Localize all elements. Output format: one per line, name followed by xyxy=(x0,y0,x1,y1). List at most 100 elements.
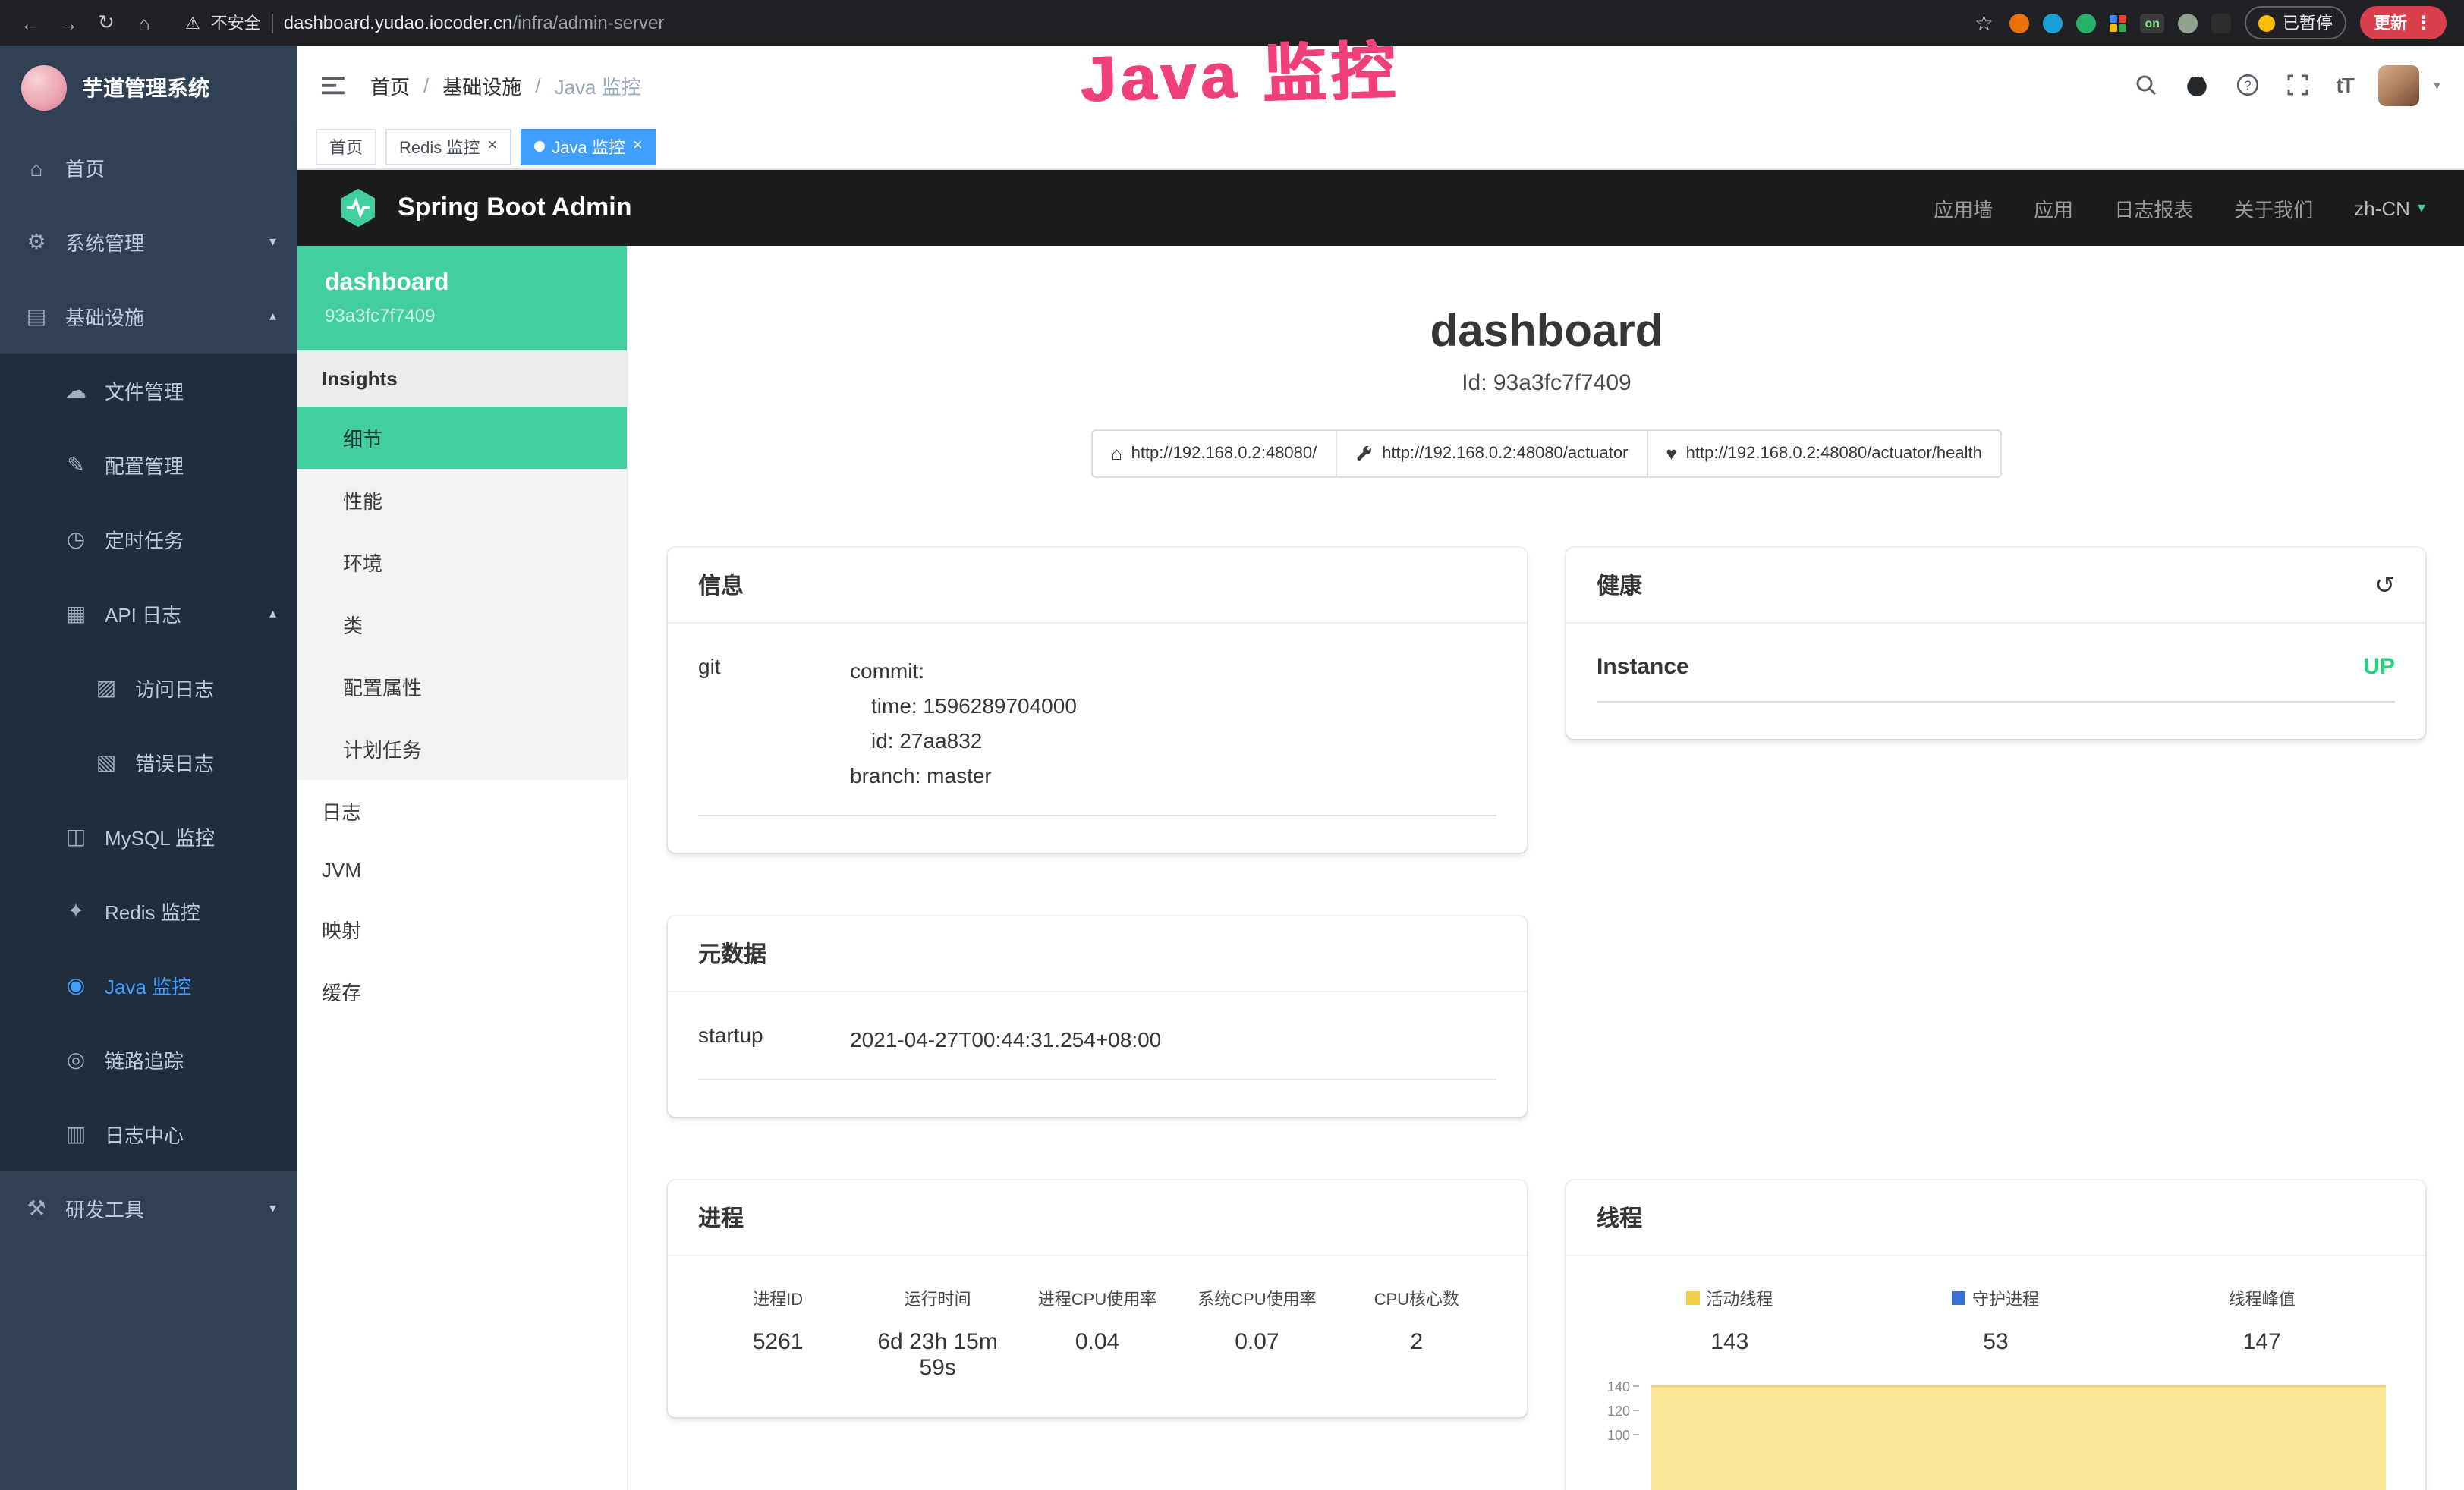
health-status-badge: UP xyxy=(2363,654,2395,680)
sidebar-item-redis-monitor[interactable]: ✦ Redis 监控 xyxy=(0,874,297,948)
sidebar-item-log-center[interactable]: ▥ 日志中心 xyxy=(0,1097,297,1171)
link-label: http://192.168.0.2:48080/actuator xyxy=(1382,445,1628,463)
sidebar-item-api-logs[interactable]: ▦ API 日志 ▴ xyxy=(0,577,297,651)
sidebar-item-scheduled-tasks[interactable]: ◷ 定时任务 xyxy=(0,502,297,577)
y-axis-tick: 140 xyxy=(1597,1380,1639,1395)
sidebar-item-error-logs[interactable]: ▧ 错误日志 xyxy=(0,725,297,800)
sba-nav-journal[interactable]: 日志报表 xyxy=(2114,193,2193,222)
sidebar-item-access-logs[interactable]: ▨ 访问日志 xyxy=(0,651,297,725)
sba-menu-scheduled-tasks[interactable]: 计划任务 xyxy=(297,718,627,780)
metadata-card-body: startup 2021-04-27T00:44:31.254+08:00 xyxy=(668,993,1527,1118)
sidebar-item-trace[interactable]: ◎ 链路追踪 xyxy=(0,1023,297,1097)
service-url-link[interactable]: ⌂ http://192.168.0.2:48080/ xyxy=(1091,429,1336,478)
sba-menu-metrics[interactable]: 性能 xyxy=(297,469,627,531)
trace-icon: ◎ xyxy=(64,1047,88,1073)
process-card-header: 进程 xyxy=(668,1181,1527,1257)
sba-menu-logs[interactable]: 日志 xyxy=(297,780,627,842)
sba-menu-classes[interactable]: 类 xyxy=(297,593,627,655)
git-time-line: time: 1596289704000 xyxy=(850,689,1077,724)
sba-nav: 应用墙 应用 日志报表 关于我们 zh-CN ▾ xyxy=(1934,193,2425,222)
breadcrumb-home[interactable]: 首页 xyxy=(370,71,410,99)
sidebar-item-file-management[interactable]: ☁ 文件管理 xyxy=(0,354,297,428)
github-icon[interactable] xyxy=(2185,72,2211,98)
extension-leaf-icon[interactable] xyxy=(2178,13,2198,33)
sidebar-item-mysql-monitor[interactable]: ◫ MySQL 监控 xyxy=(0,800,297,874)
sba-menu-jvm[interactable]: JVM xyxy=(297,842,627,898)
extension-on-badge[interactable]: on xyxy=(2140,13,2164,33)
menu-label: 首页 xyxy=(65,153,105,182)
locale-select[interactable]: zh-CN ▾ xyxy=(2354,196,2425,219)
git-commit-line: commit: xyxy=(850,654,1077,689)
app-logo[interactable]: 芋道管理系统 xyxy=(0,46,297,130)
menu-label: API 日志 xyxy=(105,599,181,628)
extension-puzzle-icon[interactable] xyxy=(2211,13,2231,33)
avatar-caret-icon[interactable]: ▾ xyxy=(2434,77,2440,93)
metadata-startup-row: startup 2021-04-27T00:44:31.254+08:00 xyxy=(698,1023,1496,1081)
git-id-line: id: 27aa832 xyxy=(850,724,1077,759)
locale-value: zh-CN xyxy=(2354,196,2410,219)
app-menu: ⌂ 首页 ⚙ 系统管理 ▾ ▤ 基础设施 ▴ ☁ 文件管理 xyxy=(0,130,297,1246)
hamburger-icon[interactable] xyxy=(322,72,348,98)
address-divider xyxy=(272,13,273,33)
forward-icon[interactable]: → xyxy=(56,11,80,34)
sidebar-item-dev-tools[interactable]: ⚒ 研发工具 ▾ xyxy=(0,1171,297,1246)
address-bar[interactable]: ⚠ 不安全 dashboard.yudao.iocoder.cn/infra/a… xyxy=(170,11,1958,35)
history-icon[interactable]: ↺ xyxy=(2374,570,2395,600)
sidebar-item-home[interactable]: ⌂ 首页 xyxy=(0,130,297,205)
sidebar-item-config-management[interactable]: ✎ 配置管理 xyxy=(0,428,297,502)
app-window: 芋道管理系统 ⌂ 首页 ⚙ 系统管理 ▾ ▤ 基础设施 ▴ xyxy=(0,46,2464,1490)
y-axis-tick: 120 xyxy=(1597,1404,1639,1419)
back-icon[interactable]: ← xyxy=(18,11,42,34)
extension-grid-icon[interactable] xyxy=(2110,14,2126,31)
sba-nav-applications[interactable]: 应用 xyxy=(2034,193,2073,222)
threads-stats: 活动线程 143 守护进程 53 线程峰值 xyxy=(1597,1287,2395,1356)
infrastructure-submenu: ☁ 文件管理 ✎ 配置管理 ◷ 定时任务 ▦ API 日志 ▴ xyxy=(0,354,297,1171)
close-icon[interactable]: × xyxy=(487,138,497,155)
user-avatar[interactable] xyxy=(2379,64,2420,105)
sba-menu-environment[interactable]: 环境 xyxy=(297,531,627,593)
actuator-url-link[interactable]: http://192.168.0.2:48080/actuator xyxy=(1335,429,1647,478)
tag-home[interactable]: 首页 xyxy=(316,128,376,165)
sba-menu-mappings[interactable]: 映射 xyxy=(297,898,627,960)
tag-java-monitor[interactable]: Java 监控 × xyxy=(520,128,656,165)
extension-icon-green[interactable] xyxy=(2076,13,2096,33)
sba-nav-about[interactable]: 关于我们 xyxy=(2234,193,2313,222)
breadcrumb-separator: / xyxy=(423,74,429,96)
stat-peak-threads: 线程峰值 147 xyxy=(2129,1287,2395,1356)
process-stats: 进程ID 5261 运行时间 6d 23h 15m 59s xyxy=(698,1287,1496,1382)
y-axis-tick: 100 xyxy=(1597,1429,1639,1444)
reload-icon[interactable]: ↻ xyxy=(94,11,118,35)
sba-nav-wallboard[interactable]: 应用墙 xyxy=(1934,193,1993,222)
sba-menu-config-properties[interactable]: 配置属性 xyxy=(297,655,627,718)
info-card-header: 信息 xyxy=(668,548,1527,624)
url-domain: dashboard.yudao.iocoder.cn xyxy=(284,12,513,33)
fullscreen-icon[interactable] xyxy=(2286,73,2311,97)
app-main: 首页 / 基础设施 / Java 监控 xyxy=(297,46,2464,1490)
breadcrumb-infrastructure[interactable]: 基础设施 xyxy=(442,71,521,99)
log-center-icon: ▥ xyxy=(64,1121,88,1147)
paused-badge[interactable]: 已暂停 xyxy=(2245,6,2346,39)
bookmark-star-icon[interactable]: ☆ xyxy=(1972,10,1996,36)
search-icon[interactable] xyxy=(2135,73,2159,97)
font-size-icon[interactable]: tT xyxy=(2337,73,2353,97)
browser-home-icon[interactable]: ⌂ xyxy=(132,11,156,34)
security-warning-label[interactable]: 不安全 xyxy=(211,11,261,35)
browser-menu-icon[interactable]: ⋮ xyxy=(2415,12,2433,33)
tag-redis-monitor[interactable]: Redis 监控 × xyxy=(385,128,511,165)
sidebar-item-infrastructure[interactable]: ▤ 基础设施 ▴ xyxy=(0,279,297,354)
sidebar-item-system-management[interactable]: ⚙ 系统管理 ▾ xyxy=(0,205,297,279)
breadcrumb-separator: / xyxy=(535,74,540,96)
help-icon[interactable]: ? xyxy=(2236,73,2261,97)
extension-icon-blue[interactable] xyxy=(2043,13,2063,33)
health-url-link[interactable]: ♥ http://192.168.0.2:48080/actuator/heal… xyxy=(1646,429,2001,478)
chevron-down-icon: ▾ xyxy=(2418,200,2425,216)
update-button[interactable]: 更新⋮ xyxy=(2360,6,2447,39)
close-icon[interactable]: × xyxy=(633,138,643,155)
screen: ← → ↻ ⌂ ⚠ 不安全 dashboard.yudao.iocoder.cn… xyxy=(0,0,2464,1490)
extension-icon-orange[interactable] xyxy=(2009,13,2029,33)
sba-menu-details[interactable]: 细节 xyxy=(297,407,627,469)
detail-cards: 信息 git commit: time: 1596289704000 id: 2 xyxy=(668,548,2425,1490)
sba-menu-caches[interactable]: 缓存 xyxy=(297,960,627,1023)
sidebar-item-java-monitor[interactable]: ◉ Java 监控 xyxy=(0,948,297,1023)
instance-header[interactable]: dashboard 93a3fc7f7409 xyxy=(297,246,627,350)
